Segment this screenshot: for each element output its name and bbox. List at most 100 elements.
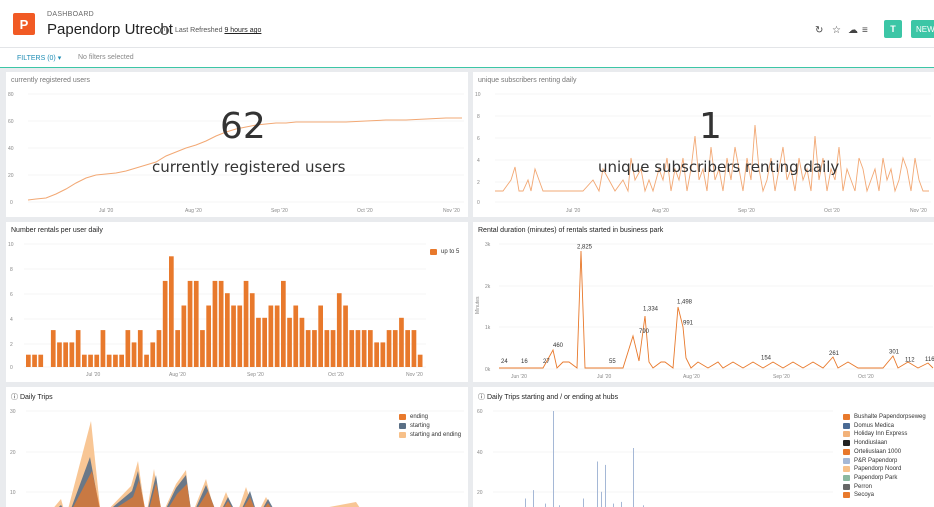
legend-item[interactable]: Perron <box>843 483 872 490</box>
x-tick-label: Sep '20 <box>247 372 264 378</box>
bar <box>293 305 299 367</box>
x-tick-label: Jul '20 <box>86 372 101 378</box>
legend-label: Holiday Inn Express <box>854 431 908 438</box>
x-tick-label: Aug '20 <box>169 372 186 378</box>
refreshed-prefix: Last Refreshed <box>175 27 223 34</box>
x-tick-label: Sep '20 <box>271 208 288 214</box>
legend-swatch <box>843 414 850 420</box>
x-tick-label: Nov '20 <box>910 208 927 214</box>
y-tick-label: 2 <box>477 180 480 186</box>
legend-item[interactable]: Hondiuslaan <box>843 440 888 447</box>
daily-trips-chart: 30 20 10 <box>10 409 464 507</box>
filters-status: No filters selected <box>78 54 134 61</box>
bar <box>583 498 584 507</box>
legend-item[interactable]: P&R Papendorp <box>843 457 898 464</box>
bar <box>231 305 236 367</box>
x-tick-label: Oct '20 <box>858 374 874 380</box>
y-tick-label: 80 <box>8 92 14 98</box>
data-label: 27 <box>543 359 550 365</box>
user-avatar-button[interactable]: T <box>884 20 902 38</box>
bar <box>368 330 373 367</box>
tile-hub-trips[interactable]: ⓘ Daily Trips starting and / or ending a… <box>473 387 934 507</box>
x-tick-label: Sep '20 <box>738 208 755 214</box>
y-tick-label: 10 <box>8 242 14 248</box>
bar <box>613 503 614 507</box>
cloud-icon[interactable]: ☁ <box>848 25 858 36</box>
legend-item[interactable]: ending <box>399 414 428 420</box>
data-label: 112 <box>905 357 915 363</box>
dashboard-app: P DASHBOARD Papendorp Utrecht i Last Ref… <box>0 0 934 507</box>
x-tick-label: Aug '20 <box>185 208 202 214</box>
legend-swatch <box>843 422 850 429</box>
filters-dropdown[interactable]: FILTERS (0) ▾ <box>17 54 61 62</box>
x-tick-label: Oct '20 <box>824 208 840 214</box>
bar <box>597 461 598 507</box>
data-label: 154 <box>761 356 772 362</box>
legend-item[interactable]: Secoya <box>843 492 874 499</box>
legend-swatch <box>399 423 406 429</box>
app-logo[interactable]: P <box>13 13 35 35</box>
refresh-icon[interactable]: ↻ <box>815 25 823 36</box>
bar <box>206 305 211 367</box>
y-tick-label: 3k <box>485 242 491 248</box>
tile-registered-users[interactable]: currently registered users 80 60 40 20 0… <box>6 72 468 217</box>
legend-swatch <box>843 440 850 447</box>
legend-item[interactable]: starting <box>399 423 430 429</box>
legend-label: Orteliuslaan 1000 <box>854 448 902 455</box>
tile-rental-duration[interactable]: Rental duration (minutes) of rentals sta… <box>473 222 934 382</box>
y-tick-label: 0 <box>477 200 480 206</box>
legend-item[interactable]: Holiday Inn Express <box>843 431 908 438</box>
bar <box>287 317 292 367</box>
y-tick-label: 4 <box>10 317 13 323</box>
legend-swatch <box>399 432 406 438</box>
menu-icon[interactable]: ≡ <box>862 25 868 36</box>
legend-item[interactable]: Bushalte Papendorpseweg <box>843 414 926 420</box>
big-number-label: unique subscribers renting daily <box>598 158 840 176</box>
tile-daily-trips[interactable]: ⓘ Daily Trips 30 20 10 ending starting s… <box>6 387 468 507</box>
legend-label: Hondiuslaan <box>854 440 888 447</box>
y-tick-label: 10 <box>475 92 481 98</box>
data-label: 991 <box>683 321 694 327</box>
legend-label: P&R Papendorp <box>854 457 898 464</box>
bar <box>225 293 230 367</box>
refreshed-value[interactable]: 9 hours ago <box>224 27 261 34</box>
bar <box>525 498 526 507</box>
rentals-per-user-chart: 10 8 6 4 2 0 Jul '20 Aug '20 Sep '20 Oct… <box>8 242 426 378</box>
y-tick-label: 8 <box>10 267 13 273</box>
bar <box>113 354 118 367</box>
data-label: 24 <box>501 359 508 365</box>
legend-item[interactable]: Papendorp Noord <box>843 466 901 473</box>
bar <box>218 280 224 367</box>
legend-item[interactable]: Domus Medica <box>843 422 894 429</box>
y-tick-label: 60 <box>8 119 14 125</box>
bar <box>119 354 124 367</box>
star-icon[interactable]: ☆ <box>832 25 841 36</box>
bar <box>336 293 342 367</box>
legend-label: Papendorp Park <box>854 474 898 481</box>
legend-item[interactable]: starting and ending <box>399 432 461 438</box>
legend-item[interactable]: Papendorp Park <box>843 474 898 481</box>
bar <box>330 330 336 367</box>
x-tick-label: Oct '20 <box>328 372 344 378</box>
bar <box>75 330 81 367</box>
bar <box>305 330 311 367</box>
data-label: 261 <box>829 351 840 357</box>
bar <box>63 342 68 367</box>
page-title: Papendorp Utrecht <box>47 21 173 38</box>
bar <box>106 354 112 367</box>
bar <box>633 448 634 507</box>
bar <box>144 354 149 367</box>
tile-rentals-per-user[interactable]: Number rentals per user daily 10 8 6 4 2… <box>6 222 468 382</box>
y-tick-label: 0 <box>10 200 13 206</box>
bar <box>343 305 348 367</box>
legend-swatch <box>843 457 850 464</box>
y-tick-label: 0 <box>10 365 13 371</box>
bar <box>324 330 330 367</box>
info-icon[interactable]: i <box>160 26 169 35</box>
bar <box>212 280 218 367</box>
legend-item[interactable]: up to 5 <box>430 249 459 255</box>
tile-unique-subscribers[interactable]: unique subscribers renting daily 10 8 6 … <box>473 72 934 217</box>
bar <box>69 342 75 367</box>
legend-item[interactable]: Orteliuslaan 1000 <box>843 448 902 455</box>
new-button[interactable]: NEW <box>911 20 934 38</box>
